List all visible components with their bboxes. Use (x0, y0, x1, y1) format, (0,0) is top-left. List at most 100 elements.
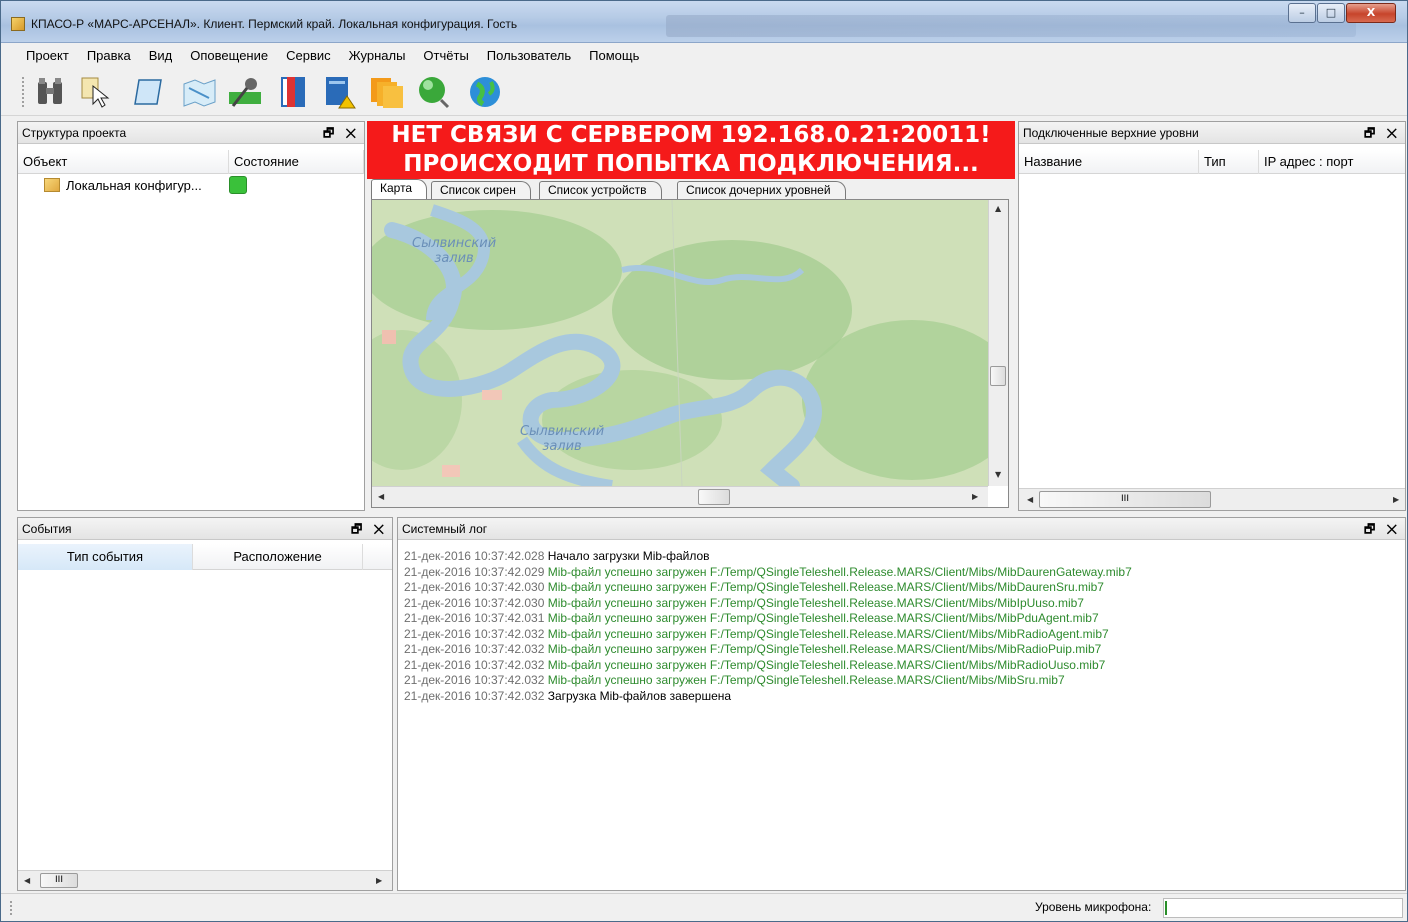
statusbar-grip (9, 900, 13, 916)
scroll-thumb[interactable] (990, 366, 1006, 386)
tab-bar: Карта Список сирен Список устройств Спис… (371, 179, 1011, 199)
log-timestamp: 21-дек-2016 10:37:42.032 (404, 642, 545, 656)
map-area-icon[interactable] (181, 74, 217, 110)
log-line: 21-дек-2016 10:37:42.032 Mib-файл успешн… (404, 673, 1401, 689)
panel-title: События (22, 522, 72, 536)
menu-alert[interactable]: Оповещение (181, 44, 277, 68)
minimize-button[interactable]: – (1288, 3, 1316, 23)
tab-child-levels[interactable]: Список дочерних уровней (677, 181, 846, 199)
log-message: Mib-файл успешно загружен F:/Temp/QSingl… (547, 626, 1109, 641)
menu-help[interactable]: Помощь (580, 44, 648, 68)
panel-title: Системный лог (402, 522, 488, 536)
log-message: Начало загрузки Mib-файлов (547, 549, 710, 563)
warning-document-icon[interactable] (321, 74, 357, 110)
log-message: Mib-файл успешно загружен F:/Temp/QSingl… (547, 595, 1084, 610)
menu-reports[interactable]: Отчёты (414, 44, 477, 68)
window-title: КПАСО-Р «МАРС-АРСЕНАЛ». Клиент. Пермский… (31, 17, 518, 31)
main-window: КПАСО-Р «МАРС-АРСЕНАЛ». Клиент. Пермский… (0, 0, 1408, 922)
book-icon[interactable] (275, 74, 311, 110)
scroll-right-arrow-icon[interactable]: ▶ (1393, 495, 1399, 504)
green-sphere-icon[interactable] (415, 74, 451, 110)
log-timestamp: 21-дек-2016 10:37:42.031 (404, 611, 545, 625)
column-header-name[interactable]: Название (1019, 150, 1199, 174)
scroll-icon[interactable] (131, 74, 167, 110)
toolbar-grip[interactable] (21, 76, 25, 108)
map-canvas[interactable]: Сылвинский залив Сылвинский залив (372, 200, 988, 486)
panel-float-close-controls[interactable]: 🗗 ✕ (323, 122, 360, 144)
horizontal-scrollbar[interactable]: ◀ III ▶ (1019, 488, 1405, 510)
panel-title-bar[interactable]: События 🗗 ✕ (18, 518, 392, 540)
scroll-left-arrow-icon[interactable]: ◀ (24, 876, 30, 885)
toolbar (1, 68, 1407, 116)
log-timestamp: 21-дек-2016 10:37:42.032 (404, 657, 545, 672)
map-vertical-scrollbar[interactable]: ▲ ▼ (988, 200, 1008, 486)
log-message: Mib-файл успешно загружен F:/Temp/QSingl… (547, 642, 1102, 656)
menu-user[interactable]: Пользователь (478, 44, 580, 68)
menu-journals[interactable]: Журналы (340, 44, 415, 68)
log-line: 21-дек-2016 10:37:42.031 Mib-файл успешн… (404, 611, 1401, 627)
menu-service[interactable]: Сервис (277, 44, 340, 68)
horizontal-scrollbar[interactable]: ◀ III ▶ (18, 870, 392, 890)
app-icon (11, 17, 25, 31)
column-header-status[interactable]: Состояние (229, 150, 364, 174)
panel-title: Подключенные верхние уровни (1023, 126, 1199, 140)
scroll-thumb[interactable]: III (1039, 491, 1211, 508)
log-message: Mib-файл успешно загружен F:/Temp/QSingl… (547, 657, 1106, 672)
log-message: Mib-файл успешно загружен F:/Temp/QSingl… (547, 611, 1099, 625)
documents-icon[interactable] (369, 74, 405, 110)
maximize-button[interactable]: □ (1317, 3, 1345, 23)
title-bar[interactable]: КПАСО-Р «МАРС-АРСЕНАЛ». Клиент. Пермский… (1, 1, 1407, 43)
column-header-location[interactable]: Расположение (193, 544, 363, 570)
log-line: 21-дек-2016 10:37:42.032 Загрузка Mib-фа… (404, 689, 1401, 705)
log-message: Mib-файл успешно загружен F:/Temp/QSingl… (547, 673, 1065, 687)
log-timestamp: 21-дек-2016 10:37:42.028 (404, 549, 545, 563)
scroll-left-arrow-icon[interactable]: ◀ (1027, 495, 1033, 504)
banner-line-1: НЕТ СВЯЗИ С СЕРВЕРОМ 192.168.0.21:20011! (391, 122, 991, 148)
menu-bar: Проект Правка Вид Оповещение Сервис Журналы От… (1, 44, 1407, 68)
microphone-icon[interactable] (227, 74, 263, 110)
panel-float-close-controls[interactable]: 🗗 ✕ (1364, 122, 1401, 144)
map-horizontal-scrollbar[interactable]: ◀ ▶ (372, 486, 988, 507)
microphone-level-indicator (1163, 898, 1403, 918)
tab-device-list[interactable]: Список устройств (539, 181, 662, 199)
panel-float-close-controls[interactable]: 🗗 ✕ (1364, 518, 1401, 540)
scroll-right-arrow-icon[interactable]: ▶ (972, 492, 978, 501)
tab-map[interactable]: Карта (371, 179, 428, 199)
panel-title-bar[interactable]: Подключенные верхние уровни 🗗 ✕ (1019, 122, 1405, 144)
scroll-thumb[interactable]: III (40, 873, 78, 888)
log-line: 21-дек-2016 10:37:42.028 Начало загрузки… (404, 549, 1401, 565)
log-line: 21-дек-2016 10:37:42.029 Mib-файл успешн… (404, 565, 1401, 581)
panel-title-bar[interactable]: Структура проекта 🗗 ✕ (18, 122, 364, 144)
map-label-bay-2: Сылвинский залив (520, 424, 605, 454)
tab-siren-list[interactable]: Список сирен (431, 181, 531, 199)
microphone-level-label: Уровень микрофона: (1035, 900, 1152, 914)
background-taskbar-tabs (666, 15, 1356, 37)
select-cursor-icon[interactable] (79, 74, 115, 110)
map-label-bay-1: Сылвинский залив (412, 236, 497, 266)
tree-item-label: Локальная конфигур... (66, 178, 202, 193)
column-header-ip-port[interactable]: IP адрес : порт (1259, 150, 1405, 174)
scroll-right-arrow-icon[interactable]: ▶ (376, 876, 382, 885)
binoculars-icon[interactable] (33, 74, 69, 110)
tree-item-local-config[interactable]: Локальная конфигур... (44, 178, 202, 193)
menu-edit[interactable]: Правка (78, 44, 140, 68)
panel-float-close-controls[interactable]: 🗗 ✕ (351, 518, 388, 540)
scroll-down-arrow-icon[interactable]: ▼ (995, 470, 1001, 479)
globe-icon[interactable] (467, 74, 503, 110)
upper-levels-panel: Подключенные верхние уровни 🗗 ✕ Название… (1018, 121, 1406, 511)
log-list[interactable]: 21-дек-2016 10:37:42.028 Начало загрузки… (404, 549, 1401, 704)
scroll-thumb[interactable] (698, 489, 730, 505)
menu-view[interactable]: Вид (140, 44, 182, 68)
scroll-up-arrow-icon[interactable]: ▲ (995, 204, 1001, 213)
panel-title: Структура проекта (22, 126, 127, 140)
connection-error-banner: НЕТ СВЯЗИ С СЕРВЕРОМ 192.168.0.21:20011!… (367, 121, 1015, 179)
map-view[interactable]: Сылвинский залив Сылвинский залив ▲ ▼ ◀ ▶ (371, 199, 1009, 508)
scroll-left-arrow-icon[interactable]: ◀ (378, 492, 384, 501)
panel-title-bar[interactable]: Системный лог 🗗 ✕ (398, 518, 1405, 540)
menu-project[interactable]: Проект (1, 44, 78, 68)
column-header-type[interactable]: Тип (1199, 150, 1259, 174)
column-header-event-type[interactable]: Тип события (18, 544, 193, 570)
config-tree-icon (44, 178, 60, 192)
column-header-object[interactable]: Объект (18, 150, 229, 174)
close-button[interactable]: X (1346, 3, 1396, 23)
